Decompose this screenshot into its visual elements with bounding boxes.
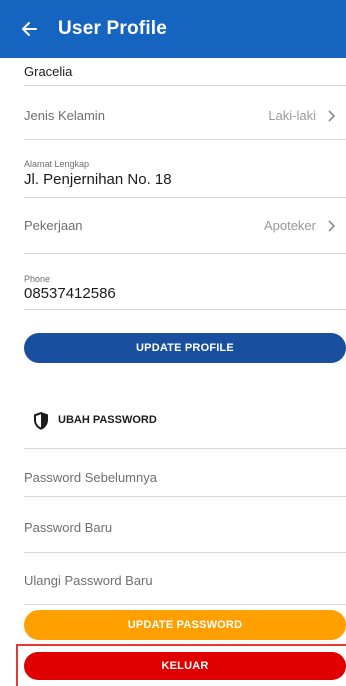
confirm-password-placeholder: Ulangi Password Baru <box>24 573 153 588</box>
phone-caption: Phone <box>24 274 51 284</box>
gender-label: Jenis Kelamin <box>24 108 105 123</box>
logout-button[interactable]: KELUAR <box>24 652 346 680</box>
address-value: Jl. Penjernihan No. 18 <box>24 171 172 188</box>
gender-value: Laki-laki <box>268 108 316 123</box>
arrow-left-icon <box>22 22 37 36</box>
shield-icon <box>34 412 48 430</box>
new-password-placeholder: Password Baru <box>24 520 113 535</box>
name-value: Gracelia <box>24 64 73 79</box>
job-value: Apoteker <box>263 218 316 233</box>
page-title: User Profile <box>58 18 168 39</box>
update-profile-button[interactable]: UPDATE PROFILE <box>24 333 346 363</box>
password-section-title: UBAH PASSWORD <box>58 414 157 426</box>
chevron-right-icon <box>328 219 336 232</box>
confirm-password-input[interactable]: Ulangi Password Baru <box>24 553 346 605</box>
phone-field[interactable]: Phone 08537412586 <box>24 254 346 310</box>
new-password-input[interactable]: Password Baru <box>24 497 346 553</box>
back-button[interactable] <box>0 0 58 58</box>
old-password-input[interactable]: Password Sebelumnya <box>24 449 346 497</box>
address-caption: Alamat Lengkap <box>24 159 90 169</box>
update-password-button[interactable]: UPDATE PASSWORD <box>24 610 346 640</box>
old-password-placeholder: Password Sebelumnya <box>24 470 157 485</box>
password-section-header: UBAH PASSWORD <box>24 399 346 449</box>
app-bar: User Profile <box>0 0 346 58</box>
phone-value: 08537412586 <box>24 285 116 302</box>
job-field[interactable]: Pekerjaan Apoteker <box>24 198 346 254</box>
name-field[interactable]: Gracelia <box>24 58 346 86</box>
job-label: Pekerjaan <box>24 218 83 233</box>
gender-field[interactable]: Jenis Kelamin Laki-laki <box>24 86 346 140</box>
chevron-right-icon <box>328 109 336 122</box>
address-field[interactable]: Alamat Lengkap Jl. Penjernihan No. 18 <box>24 140 346 198</box>
